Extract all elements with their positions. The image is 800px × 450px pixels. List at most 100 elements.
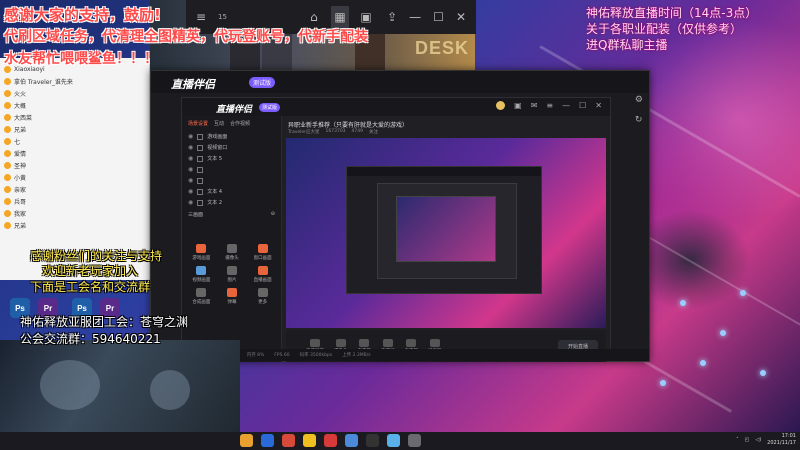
taskbar-app-icon[interactable] [408, 434, 421, 447]
scene-label: 文本 2 [207, 200, 223, 206]
overlay-feed: 水友帮忙喂喂鲨鱼！！！ [4, 51, 158, 67]
maximize-icon[interactable]: ☐ [579, 101, 586, 110]
message-icon[interactable]: ✉ [531, 101, 538, 110]
scene-item[interactable]: ◉ 文本 4 [182, 186, 281, 197]
overlay-guild-name: 神佑释放亚服团工会：苍穹之渊 [20, 315, 189, 329]
scene-label: 文本 4 [207, 189, 223, 195]
room-id: 1673703 [325, 129, 346, 134]
taskbar-app-icon[interactable] [303, 434, 316, 447]
menu-icon[interactable]: ≡ [192, 6, 210, 28]
scene-item[interactable]: ◉ [182, 164, 281, 175]
tool-button[interactable]: 合成画面 [186, 288, 217, 305]
scene-item[interactable]: ◉ [182, 175, 281, 186]
preview-wallpaper [286, 138, 606, 328]
minimize-icon[interactable]: — [562, 101, 570, 110]
eye-icon[interactable]: ◉ [188, 188, 193, 195]
chat-message: 兄弟 [4, 220, 26, 231]
webcam-feed [0, 340, 240, 432]
stream-meta: Traveler应大星 1673703 4749 关注 [288, 129, 378, 135]
chevron-up-icon[interactable]: ˄ [736, 437, 739, 443]
clock[interactable]: 17:01 2021/11/17 [767, 433, 796, 447]
overlay-qq-group: 进Q群私聊主播 [586, 38, 668, 52]
minimize-icon[interactable]: — [409, 10, 421, 24]
eye-icon[interactable]: ◉ [188, 144, 193, 151]
chat-message: 七 [4, 136, 20, 147]
inner-app-window: 直播伴侣 测试版 ▣ ✉ ≡ — ☐ ✕ 场景设置 互动 合作视频 ◉ 游戏画面 ◉… [181, 97, 611, 362]
taskbar-app-icon[interactable] [345, 434, 358, 447]
tool-icon [226, 288, 237, 297]
grid-icon[interactable]: ▦ [331, 6, 350, 28]
scene-sidebar: 场景设置 互动 合作视频 ◉ 游戏画面 ◉ 视频窗口 ◉ 文本 5 ◉ ◉ ◉ 文本 4 ◉ 文本 2… [182, 116, 282, 362]
eye-icon[interactable]: ◉ [188, 155, 193, 162]
inner-title-bar: 直播伴侣 测试版 ▣ ✉ ≡ — ☐ ✕ [182, 98, 610, 116]
inner-window-controls: ▣ ✉ ≡ — ☐ ✕ [496, 101, 602, 110]
settings-icon[interactable]: ⚙ [635, 95, 643, 105]
taskbar-app-icon[interactable] [387, 434, 400, 447]
tool-label: 摄像头 [225, 256, 239, 261]
emoji-icon [4, 198, 11, 205]
home-icon[interactable]: ⌂ [305, 6, 323, 28]
scene-item[interactable]: ◉ 文本 2 [182, 197, 281, 208]
chat-icon[interactable]: ▣ [357, 6, 375, 28]
chat-username: 圣神 [14, 163, 27, 170]
chat-username: 爱情 [14, 151, 27, 158]
chat-message: 大西菜 [4, 112, 32, 123]
scene-add-row: 三画面 ⊖ [182, 208, 281, 221]
tool-button[interactable]: 窗口画面 [247, 244, 278, 261]
refresh-icon[interactable]: ↻ [635, 115, 643, 125]
taskbar-app-icon[interactable] [366, 434, 379, 447]
chat-username: 大西菜 [14, 115, 33, 122]
chat-message: 兵哥 [4, 196, 26, 207]
chat-username: 七 [14, 139, 21, 146]
eye-icon[interactable]: ◉ [188, 199, 193, 206]
close-icon[interactable]: ✕ [456, 10, 466, 24]
status-item: 内存 8% [246, 353, 265, 358]
scene-item[interactable]: ◉ 视频窗口 [182, 142, 281, 153]
tool-button[interactable]: 图片 [217, 266, 248, 283]
eye-icon[interactable]: ◉ [188, 133, 193, 140]
taskbar-app-icon[interactable] [240, 434, 253, 447]
scene-item[interactable]: ◉ 游戏画面 [182, 131, 281, 142]
tab-scene[interactable]: 场景设置 [188, 120, 208, 127]
taskbar-app-icon[interactable] [324, 434, 337, 447]
close-icon[interactable]: ✕ [595, 101, 602, 110]
source-icon [197, 144, 204, 151]
emoji-icon [4, 78, 11, 85]
webcam-subject [150, 370, 190, 410]
tool-button[interactable]: 游戏画面 [186, 244, 217, 261]
tool-button[interactable]: 更多 [247, 288, 278, 305]
wallpaper-sparkle [700, 360, 706, 366]
eye-icon[interactable]: ◉ [188, 177, 193, 184]
overlay-thanks: 感谢大家的支持，鼓励! [4, 6, 161, 24]
tool-button[interactable]: 摄像头 [217, 244, 248, 261]
menu-icon[interactable]: ≡ [546, 101, 553, 110]
wallpaper-sparkle [760, 370, 766, 376]
tool-icon [359, 338, 370, 347]
follow-button[interactable]: 关注 [369, 129, 378, 135]
emoji-icon [4, 210, 11, 217]
share-icon[interactable]: ⇪ [383, 6, 401, 28]
tab-interact[interactable]: 互动 [214, 120, 224, 127]
chat-username: 我家 [14, 211, 27, 218]
eye-icon[interactable]: ◉ [188, 166, 193, 173]
scene-label: 视频窗口 [207, 145, 228, 151]
tool-grid: 游戏画面 摄像头 窗口画面视频画面 图片 直播画面合成画面 弹幕 更多 [186, 244, 278, 305]
tool-button[interactable]: 直播画面 [247, 266, 278, 283]
tool-button[interactable]: 弹幕 [217, 288, 248, 305]
tool-button[interactable]: 视频画面 [186, 266, 217, 283]
gift-icon[interactable]: ▣ [514, 101, 522, 110]
overlay-welcome: 欢迎新老玩家加入 [42, 264, 139, 278]
taskbar-app-icon[interactable] [282, 434, 295, 447]
taskbar-app-icon[interactable] [261, 434, 274, 447]
avatar[interactable] [496, 101, 506, 110]
scene-item[interactable]: ◉ 文本 5 [182, 153, 281, 164]
stream-preview[interactable] [286, 138, 606, 328]
add-icon[interactable]: ⊖ [271, 211, 275, 218]
tab-collab[interactable]: 合作视频 [230, 120, 250, 127]
emoji-icon [4, 90, 11, 97]
network-icon[interactable]: ◰ [745, 437, 750, 443]
volume-icon[interactable]: ◁) [755, 437, 761, 443]
maximize-icon[interactable]: ☐ [433, 10, 444, 24]
scene-label: 文本 5 [207, 156, 223, 162]
chat-message: 小黄 [4, 172, 26, 183]
